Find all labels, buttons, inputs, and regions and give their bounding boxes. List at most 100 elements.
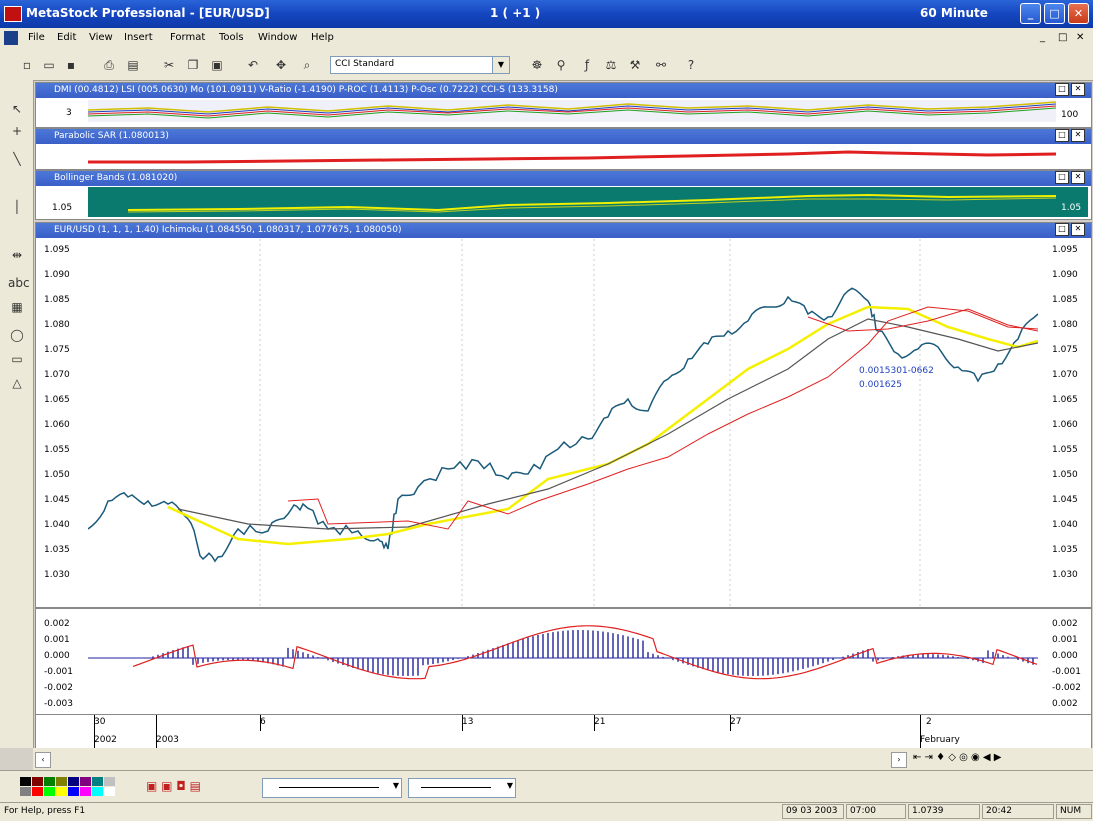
menu-format[interactable]: Format — [170, 32, 205, 43]
formula-icon[interactable]: ƒ — [578, 56, 596, 74]
menu-window[interactable]: Window — [258, 32, 297, 43]
trendline-icon[interactable]: ╲ — [8, 150, 26, 168]
sar-pane-title: Parabolic SAR (1.080013) — [54, 131, 169, 141]
app-icon[interactable] — [4, 6, 22, 22]
price-ytick-left-2: 1.085 — [44, 295, 70, 305]
price-ytick-left-3: 1.080 — [44, 320, 70, 330]
indicator-pane[interactable]: DMI (00.4812) LSI (005.0630) Mo (101.091… — [35, 82, 1092, 128]
doc-icon[interactable] — [4, 31, 18, 45]
pane-restore-icon[interactable]: □ — [1055, 129, 1069, 142]
text-icon[interactable]: abc — [8, 274, 30, 292]
chart-nav-icons[interactable]: ⇤ ⇥ ♦ ◇ ◎ ◉ ◀ ▶ — [913, 752, 1002, 763]
price-ytick-left-1: 1.090 — [44, 270, 70, 280]
bollinger-pane-title: Bollinger Bands (1.081020) — [54, 173, 178, 183]
pane-close-icon[interactable]: ✕ — [1071, 129, 1085, 142]
x-tick-27: 27 — [730, 717, 742, 727]
mdi-minimize-icon[interactable]: _ — [1040, 32, 1045, 43]
ellipse-icon[interactable]: ◯ — [8, 326, 26, 344]
price-ytick-right-7: 1.060 — [1052, 420, 1078, 430]
pane-close-icon[interactable]: ✕ — [1071, 171, 1085, 184]
menu-file[interactable]: File — [28, 32, 45, 43]
binoculars-icon[interactable]: ⚯ — [652, 56, 670, 74]
save-icon[interactable]: ▪ — [62, 56, 80, 74]
pane-close-icon[interactable]: ✕ — [1071, 83, 1085, 96]
maximize-button[interactable]: □ — [1044, 3, 1065, 24]
chevron-down-icon[interactable]: ▼ — [507, 781, 513, 790]
macd-ytick-right-4: -0.002 — [1052, 683, 1082, 693]
price-pane[interactable]: EUR/USD (1, 1, 1, 1.40) Ichimoku (1.0845… — [35, 222, 1092, 608]
print-preview-icon[interactable]: ▤ — [124, 56, 142, 74]
sar-pane[interactable]: Parabolic SAR (1.080013) □ ✕ — [35, 128, 1092, 170]
indicator-pane-title: DMI (00.4812) LSI (005.0630) Mo (101.091… — [54, 85, 558, 95]
color-palette[interactable] — [20, 777, 115, 797]
chevron-down-icon[interactable]: ▼ — [393, 781, 399, 790]
style-tool-icons[interactable]: ▣ ▣ ◘ ▤ — [146, 779, 201, 793]
open-icon[interactable]: ▭ — [40, 56, 58, 74]
price-ytick-right-4: 1.075 — [1052, 345, 1078, 355]
bollinger-pane[interactable]: Bollinger Bands (1.081020) □ ✕ 1.05 1.05 — [35, 170, 1092, 220]
triangle-icon[interactable]: △ — [8, 374, 26, 392]
status-bar: For Help, press F1 09 03 2003 07:00 1.07… — [0, 802, 1093, 821]
x-tick-2: 2 — [926, 717, 932, 727]
explorer-icon[interactable]: ⚲ — [552, 56, 570, 74]
fibonacci-icon[interactable]: ▦ — [8, 298, 26, 316]
macd-ytick-left-4: -0.002 — [44, 683, 74, 693]
scroll-left-icon[interactable]: ‹ — [35, 752, 51, 768]
interval-label: 60 Minute — [920, 6, 988, 20]
pane-close-icon[interactable]: ✕ — [1071, 223, 1085, 236]
macd-ytick-right-2: 0.000 — [1052, 651, 1078, 661]
expert-icon[interactable]: ☸ — [528, 56, 546, 74]
x-year-2003: 2003 — [156, 735, 179, 745]
style-select[interactable]: CCI Standard ▼ — [330, 56, 510, 74]
bollinger-left-value: 1.05 — [52, 203, 73, 213]
title-bar: MetaStock Professional - [EUR/USD] 1 ( +… — [0, 0, 1093, 28]
pan-icon[interactable]: ✥ — [272, 56, 290, 74]
crosshair-icon[interactable]: + — [8, 122, 26, 140]
price-ytick-right-13: 1.030 — [1052, 570, 1078, 580]
horizontal-scrollbar[interactable]: ‹ › ⇤ ⇥ ♦ ◇ ◎ ◉ ◀ ▶ — [33, 748, 1093, 770]
pane-restore-icon[interactable]: □ — [1055, 223, 1069, 236]
close-button[interactable]: ✕ — [1068, 3, 1089, 24]
price-ytick-right-10: 1.045 — [1052, 495, 1078, 505]
center-title: 1 ( +1 ) — [490, 6, 541, 20]
copy-icon[interactable]: ❐ — [184, 56, 202, 74]
macd-pane[interactable]: 0.002 0.001 0.000 -0.001 -0.002 -0.003 0.002 0.… — [35, 608, 1092, 716]
minimize-button[interactable]: _ — [1020, 3, 1041, 24]
new-icon[interactable]: ▫ — [18, 56, 36, 74]
x-tick-21: 21 — [594, 717, 606, 727]
pane-restore-icon[interactable]: □ — [1055, 83, 1069, 96]
price-ytick-left-12: 1.035 — [44, 545, 70, 555]
line-style-select[interactable]: ▼ — [262, 778, 402, 798]
cut-icon[interactable]: ✂ — [160, 56, 178, 74]
macd-chart — [88, 625, 1038, 680]
price-ytick-left-11: 1.040 — [44, 520, 70, 530]
line-weight-select[interactable]: ▼ — [408, 778, 516, 798]
mdi-close-icon[interactable]: ✕ — [1076, 32, 1084, 43]
chevron-down-icon[interactable]: ▼ — [492, 57, 509, 73]
menu-view[interactable]: View — [89, 32, 113, 43]
menu-edit[interactable]: Edit — [57, 32, 76, 43]
vertical-line-icon[interactable]: │ — [8, 198, 26, 216]
pointer-icon[interactable]: ↖ — [8, 100, 26, 118]
undo-icon[interactable]: ↶ — [244, 56, 262, 74]
menu-help[interactable]: Help — [311, 32, 334, 43]
scroll-right-icon[interactable]: › — [891, 752, 907, 768]
pane-restore-icon[interactable]: □ — [1055, 171, 1069, 184]
cycle-lines-icon[interactable]: ⇹ — [8, 246, 26, 264]
mdi-restore-icon[interactable]: □ — [1058, 32, 1067, 43]
macd-signal-line — [132, 625, 1038, 680]
help-cursor-icon[interactable]: ? — [682, 56, 700, 74]
price-ytick-right-3: 1.080 — [1052, 320, 1078, 330]
price-ytick-left-9: 1.050 — [44, 470, 70, 480]
print-icon[interactable]: ⎙ — [100, 56, 118, 74]
zoom-icon[interactable]: ⌕ — [298, 56, 316, 74]
price-ytick-right-8: 1.055 — [1052, 445, 1078, 455]
paste-icon[interactable]: ▣ — [208, 56, 226, 74]
menu-tools[interactable]: Tools — [219, 32, 244, 43]
system-tester-icon[interactable]: ⚖ — [602, 56, 620, 74]
style-select-value: CCI Standard — [335, 59, 395, 69]
optimizer-icon[interactable]: ⚒ — [626, 56, 644, 74]
rectangle-icon[interactable]: ▭ — [8, 350, 26, 368]
price-ytick-left-5: 1.070 — [44, 370, 70, 380]
menu-insert[interactable]: Insert — [124, 32, 153, 43]
